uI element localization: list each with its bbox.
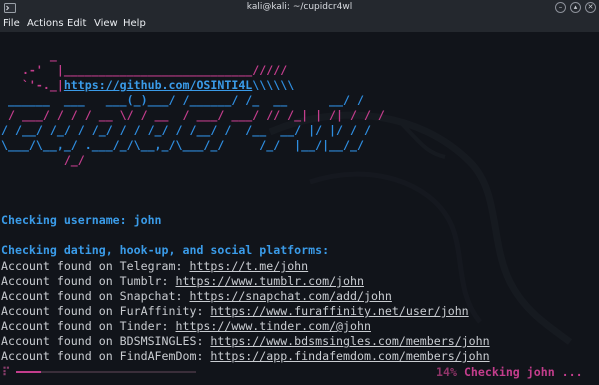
result-line: Account found on Tumblr: https://www.tum… xyxy=(1,274,364,289)
result-prefix: Account found on BDSMSINGLES: xyxy=(1,334,211,348)
result-line: Account found on FindAFemDom: https://ap… xyxy=(1,349,490,364)
banner-line: / /__/ /_/ / /_/ / / /_/ / /__/ / /__ __… xyxy=(1,123,371,137)
result-prefix: Account found on Tumblr: xyxy=(1,274,176,288)
result-prefix: Account found on FurAffinity: xyxy=(1,304,211,318)
result-prefix: Account found on Tinder: xyxy=(1,319,176,333)
banner-line: _ xyxy=(1,48,57,62)
banner-line: / ___/ / / / __ \/ / __ / ___/ ___/ // /… xyxy=(1,108,385,122)
result-link[interactable]: https://www.furaffinity.net/user/john xyxy=(210,304,468,318)
progress-percent: 14% xyxy=(436,365,457,379)
minimize-icon[interactable]: – xyxy=(555,2,566,13)
close-icon[interactable]: ✕ xyxy=(585,2,596,13)
category-heading: Checking dating, hook-up, and social pla… xyxy=(1,243,330,257)
checking-username-line: Checking username: john xyxy=(1,213,162,227)
progress-fill xyxy=(16,371,42,373)
banner-line: .-' |___________________________///// xyxy=(1,63,288,77)
menu-view[interactable]: View xyxy=(94,18,118,29)
progress-bar xyxy=(16,371,196,373)
result-line: Account found on Telegram: https://t.me/… xyxy=(1,259,308,274)
github-link[interactable]: https://github.com/OSINTI4L xyxy=(64,78,252,92)
menu-edit[interactable]: Edit xyxy=(67,18,86,29)
spinner-icon: ⠏ xyxy=(2,365,11,379)
banner-url-line: `'-._|https://github.com/OSINTI4L\\\\\\ xyxy=(1,78,294,93)
banner-line: ______ ___ ___(_)___/ /______/ /_ __ __/… xyxy=(1,93,364,107)
progress-label: Checking john ... xyxy=(463,365,583,379)
result-line: Account found on BDSMSINGLES: https://ww… xyxy=(1,334,490,349)
menubar: File Actions Edit View Help xyxy=(0,16,599,32)
terminal-output[interactable]: _ .-' |___________________________///// … xyxy=(0,32,599,385)
result-link[interactable]: https://app.findafemdom.com/members/john xyxy=(210,349,489,363)
maximize-icon[interactable]: ▴ xyxy=(570,2,581,13)
menu-file[interactable]: File xyxy=(3,18,20,29)
progress-line: ⠏ 14% Checking john ... xyxy=(0,365,599,380)
window-titlebar: kali@kali: ~/cupidcr4wl – ▴ ✕ xyxy=(0,0,599,16)
result-line: Account found on Snapchat: https://snapc… xyxy=(1,289,392,304)
result-line: Account found on FurAffinity: https://ww… xyxy=(1,304,469,319)
result-link[interactable]: https://t.me/john xyxy=(189,259,308,273)
banner-line: /_/ xyxy=(1,153,85,167)
result-link[interactable]: https://www.bdsmsingles.com/members/john xyxy=(210,334,489,348)
menu-help[interactable]: Help xyxy=(123,18,146,29)
result-prefix: Account found on FindAFemDom: xyxy=(1,349,211,363)
result-link[interactable]: https://snapchat.com/add/john xyxy=(189,289,391,303)
result-line: Account found on Tinder: https://www.tin… xyxy=(1,319,371,334)
result-prefix: Account found on Snapchat: xyxy=(1,289,190,303)
result-link[interactable]: https://www.tinder.com/@john xyxy=(176,319,371,333)
banner-line: `'-._| xyxy=(1,78,64,92)
banner-line: \___/\__,_/ .___/_/\__,_/\___/_/ /_/ |__… xyxy=(1,138,364,152)
progress-status: 14% Checking john ... xyxy=(436,365,583,379)
banner-url-tail: \\\\\\ xyxy=(252,78,295,92)
result-link[interactable]: https://www.tumblr.com/john xyxy=(176,274,364,288)
result-prefix: Account found on Telegram: xyxy=(1,259,190,273)
menu-actions[interactable]: Actions xyxy=(27,18,64,29)
window-title: kali@kali: ~/cupidcr4wl xyxy=(246,2,353,12)
